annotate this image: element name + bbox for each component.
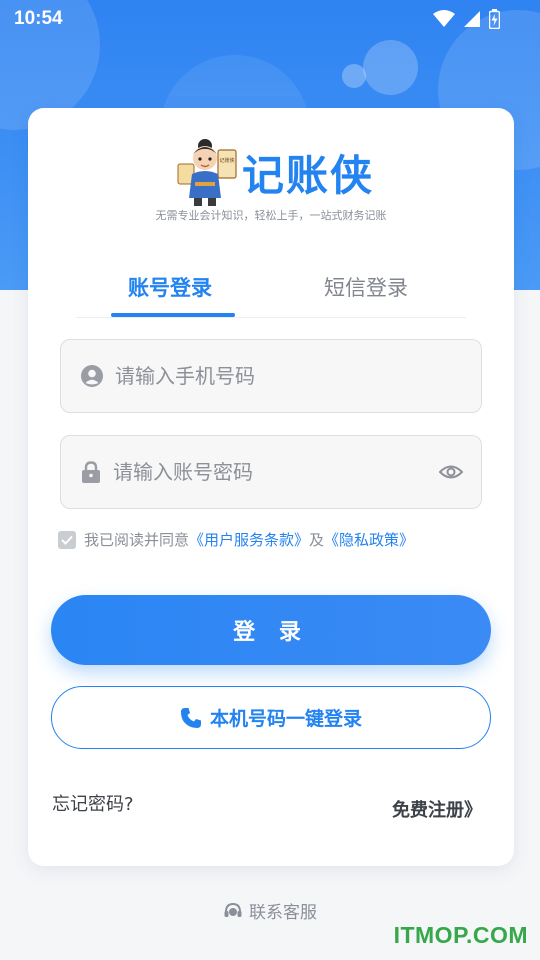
battery-icon [489,9,500,29]
tab-account-login[interactable]: 账号登录 [128,272,212,302]
status-icons [433,9,500,29]
decorative-bubble [342,64,366,88]
status-bar: 10:54 [0,0,540,38]
watermark: ITMOP.COM [393,922,528,948]
forgot-password-link[interactable]: 忘记密码? [52,790,134,816]
app-tagline: 无需专业会计知识，轻松上手，一站式财务记账 [155,209,387,222]
tab-sms-login[interactable]: 短信登录 [324,272,408,302]
decorative-bubble [363,40,418,95]
user-icon [81,365,103,387]
contact-service-label: 联系客服 [249,903,317,923]
signal-icon [464,11,480,27]
headset-icon [224,902,242,917]
mascot-logo: 记账侠 [177,139,237,206]
contact-service[interactable]: 联系客服 [0,898,540,923]
lock-icon [82,461,100,483]
agreement-conjunction: 及 [309,531,325,549]
one-key-login-button[interactable]: 本机号码一键登录 [51,686,491,749]
terms-link[interactable]: 《用户服务条款》 [189,529,309,550]
login-card: 记账侠 记账侠 无需专业会计知识，轻松上手，一站式财务记账 账号登录 短信登录 [28,108,514,866]
register-link[interactable]: 免费注册》 [392,796,482,822]
status-time: 10:54 [14,8,63,29]
check-icon [61,535,73,545]
privacy-link[interactable]: 《隐私政策》 [324,529,414,550]
password-input[interactable] [113,460,413,484]
wifi-icon [433,10,455,27]
phone-field[interactable] [60,339,482,413]
agreement-checkbox[interactable] [58,530,76,549]
login-tabs: 账号登录 短信登录 [76,268,466,318]
brand: 记账侠 记账侠 [174,136,374,208]
phone-input[interactable] [115,364,415,388]
agreement-row: 我已阅读并同意 《用户服务条款》 及 《隐私政策》 [58,529,414,550]
active-tab-indicator [111,313,235,317]
one-key-login-label: 本机号码一键登录 [209,708,362,730]
eye-icon[interactable] [439,461,463,483]
mascot-sign-text: 记账侠 [219,157,234,164]
app-name: 记账侠 [242,150,375,200]
login-button[interactable]: 登 录 [51,595,491,665]
password-field[interactable] [60,435,482,509]
agreement-text: 我已阅读并同意 [84,531,190,549]
phone-icon [180,707,201,728]
